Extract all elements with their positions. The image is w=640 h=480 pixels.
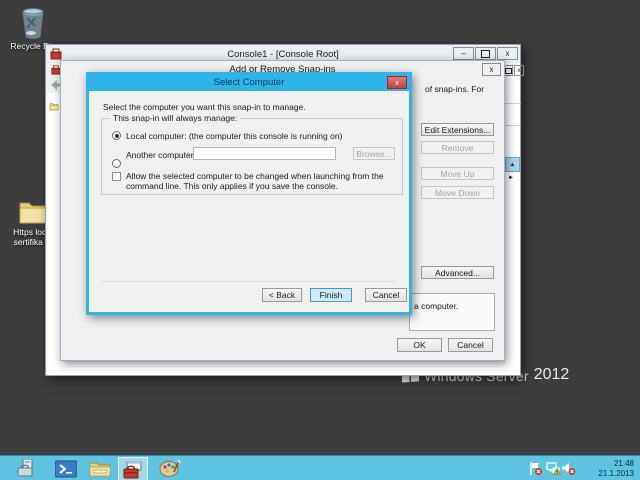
network-warning-icon[interactable] bbox=[546, 461, 561, 476]
close-button[interactable]: x bbox=[497, 47, 518, 60]
browse-button[interactable]: Browse... bbox=[353, 147, 395, 160]
cancel-label: Cancel bbox=[457, 340, 484, 350]
taskbar-mmc-console[interactable] bbox=[118, 457, 148, 480]
file-explorer-icon bbox=[89, 462, 111, 476]
divider bbox=[505, 125, 521, 126]
local-computer-radio[interactable] bbox=[112, 131, 121, 140]
expand-icon: ► bbox=[508, 175, 514, 181]
restore-icon bbox=[504, 67, 512, 74]
mmc-console-icon bbox=[123, 460, 141, 478]
local-computer-label: Local computer: (the computer this conso… bbox=[126, 131, 343, 141]
back-label: < Back bbox=[268, 290, 296, 300]
select-computer-title: Select Computer bbox=[213, 77, 285, 88]
remove-label: Remove bbox=[441, 142, 474, 153]
mmc-bottom-strip bbox=[47, 362, 520, 375]
watermark-year: 2012 bbox=[533, 366, 570, 383]
cancel-label: Cancel bbox=[372, 290, 400, 300]
snapins-cancel-button[interactable]: Cancel bbox=[448, 338, 493, 352]
minimize-icon: – bbox=[461, 49, 466, 58]
mmc-right-strip: ▲ ► bbox=[504, 63, 521, 362]
action-center-flag-icon[interactable] bbox=[528, 461, 543, 476]
divider bbox=[505, 103, 521, 104]
desktop: Recycle Bin Https local sertifika ... Wi… bbox=[0, 0, 640, 480]
description-fragment: a computer. bbox=[414, 301, 459, 311]
close-icon: x bbox=[505, 49, 510, 58]
move-down-button[interactable]: Move Down bbox=[421, 186, 494, 199]
remove-button[interactable]: Remove bbox=[421, 141, 494, 154]
finish-button[interactable]: Finish bbox=[310, 288, 352, 302]
advanced-button[interactable]: Advanced... bbox=[421, 266, 494, 279]
taskbar-powershell[interactable] bbox=[52, 457, 80, 480]
groupbox-label: This snap-in will always manage: bbox=[110, 113, 241, 123]
select-computer-intro: Select the computer you want this snap-i… bbox=[103, 102, 306, 112]
select-computer-dialog: Select Computer x Select the computer yo… bbox=[86, 72, 412, 315]
powershell-icon bbox=[55, 460, 77, 477]
close-icon: x bbox=[395, 78, 399, 87]
taskbar: 21:48 21.1.2013 bbox=[0, 455, 640, 480]
taskbar-server-manager[interactable] bbox=[14, 457, 42, 480]
edit-extensions-button[interactable]: Edit Extensions... bbox=[421, 123, 494, 136]
cancel-button[interactable]: Cancel bbox=[365, 288, 407, 302]
select-computer-body: Select the computer you want this snap-i… bbox=[89, 91, 409, 312]
finish-label: Finish bbox=[319, 290, 343, 300]
server-manager-icon bbox=[17, 459, 33, 477]
another-computer-radio[interactable] bbox=[112, 159, 121, 168]
select-computer-titlebar[interactable]: Select Computer x bbox=[89, 75, 409, 91]
taskbar-clock[interactable]: 21:48 21.1.2013 bbox=[598, 459, 634, 479]
snapins-ok-button[interactable]: OK bbox=[397, 338, 442, 352]
window-title: Console1 - [Console Root] bbox=[227, 48, 339, 60]
taskbar-paint[interactable] bbox=[156, 457, 184, 480]
actions-expand-arrow[interactable]: ► bbox=[508, 175, 514, 181]
close-icon: x bbox=[517, 67, 521, 74]
clock-time: 21:48 bbox=[613, 459, 634, 468]
move-up-button[interactable]: Move Up bbox=[421, 167, 494, 180]
clock-date: 21.1.2013 bbox=[598, 469, 634, 478]
move-up-label: Move Up bbox=[440, 168, 475, 179]
scroll-up-button[interactable]: ▲ bbox=[505, 157, 520, 172]
move-down-label: Move Down bbox=[435, 187, 480, 198]
maximize-icon bbox=[481, 49, 490, 58]
snapins-description-box: a computer. bbox=[409, 293, 495, 331]
ok-label: OK bbox=[413, 340, 426, 350]
scroll-up-icon: ▲ bbox=[509, 161, 516, 168]
taskbar-file-explorer[interactable] bbox=[86, 457, 114, 480]
select-computer-close-button[interactable]: x bbox=[387, 76, 407, 89]
another-computer-input[interactable] bbox=[193, 147, 336, 160]
browse-label: Browse... bbox=[356, 148, 392, 159]
minimize-button[interactable]: – bbox=[453, 47, 474, 60]
close-icon: x bbox=[489, 65, 494, 74]
snapins-close-button[interactable]: x bbox=[482, 63, 501, 76]
divider bbox=[101, 281, 397, 282]
back-button[interactable]: < Back bbox=[262, 288, 302, 302]
snapins-intro-fragment: of snap-ins. For bbox=[425, 84, 485, 94]
volume-muted-icon[interactable] bbox=[561, 461, 576, 476]
allow-change-label: Allow the selected computer to be change… bbox=[126, 171, 384, 192]
paint-icon bbox=[159, 459, 181, 477]
manage-groupbox: This snap-in will always manage: Local c… bbox=[101, 113, 403, 195]
edit-extensions-label: Edit Extensions... bbox=[424, 124, 491, 135]
another-computer-label: Another computer: bbox=[126, 150, 196, 160]
maximize-button[interactable] bbox=[475, 47, 496, 60]
console-root-folder-icon[interactable] bbox=[49, 102, 59, 111]
recycle-bin-icon bbox=[22, 8, 44, 39]
child-close-button[interactable]: x bbox=[514, 65, 524, 76]
allow-change-checkbox[interactable] bbox=[112, 172, 121, 181]
advanced-label: Advanced... bbox=[435, 267, 480, 278]
